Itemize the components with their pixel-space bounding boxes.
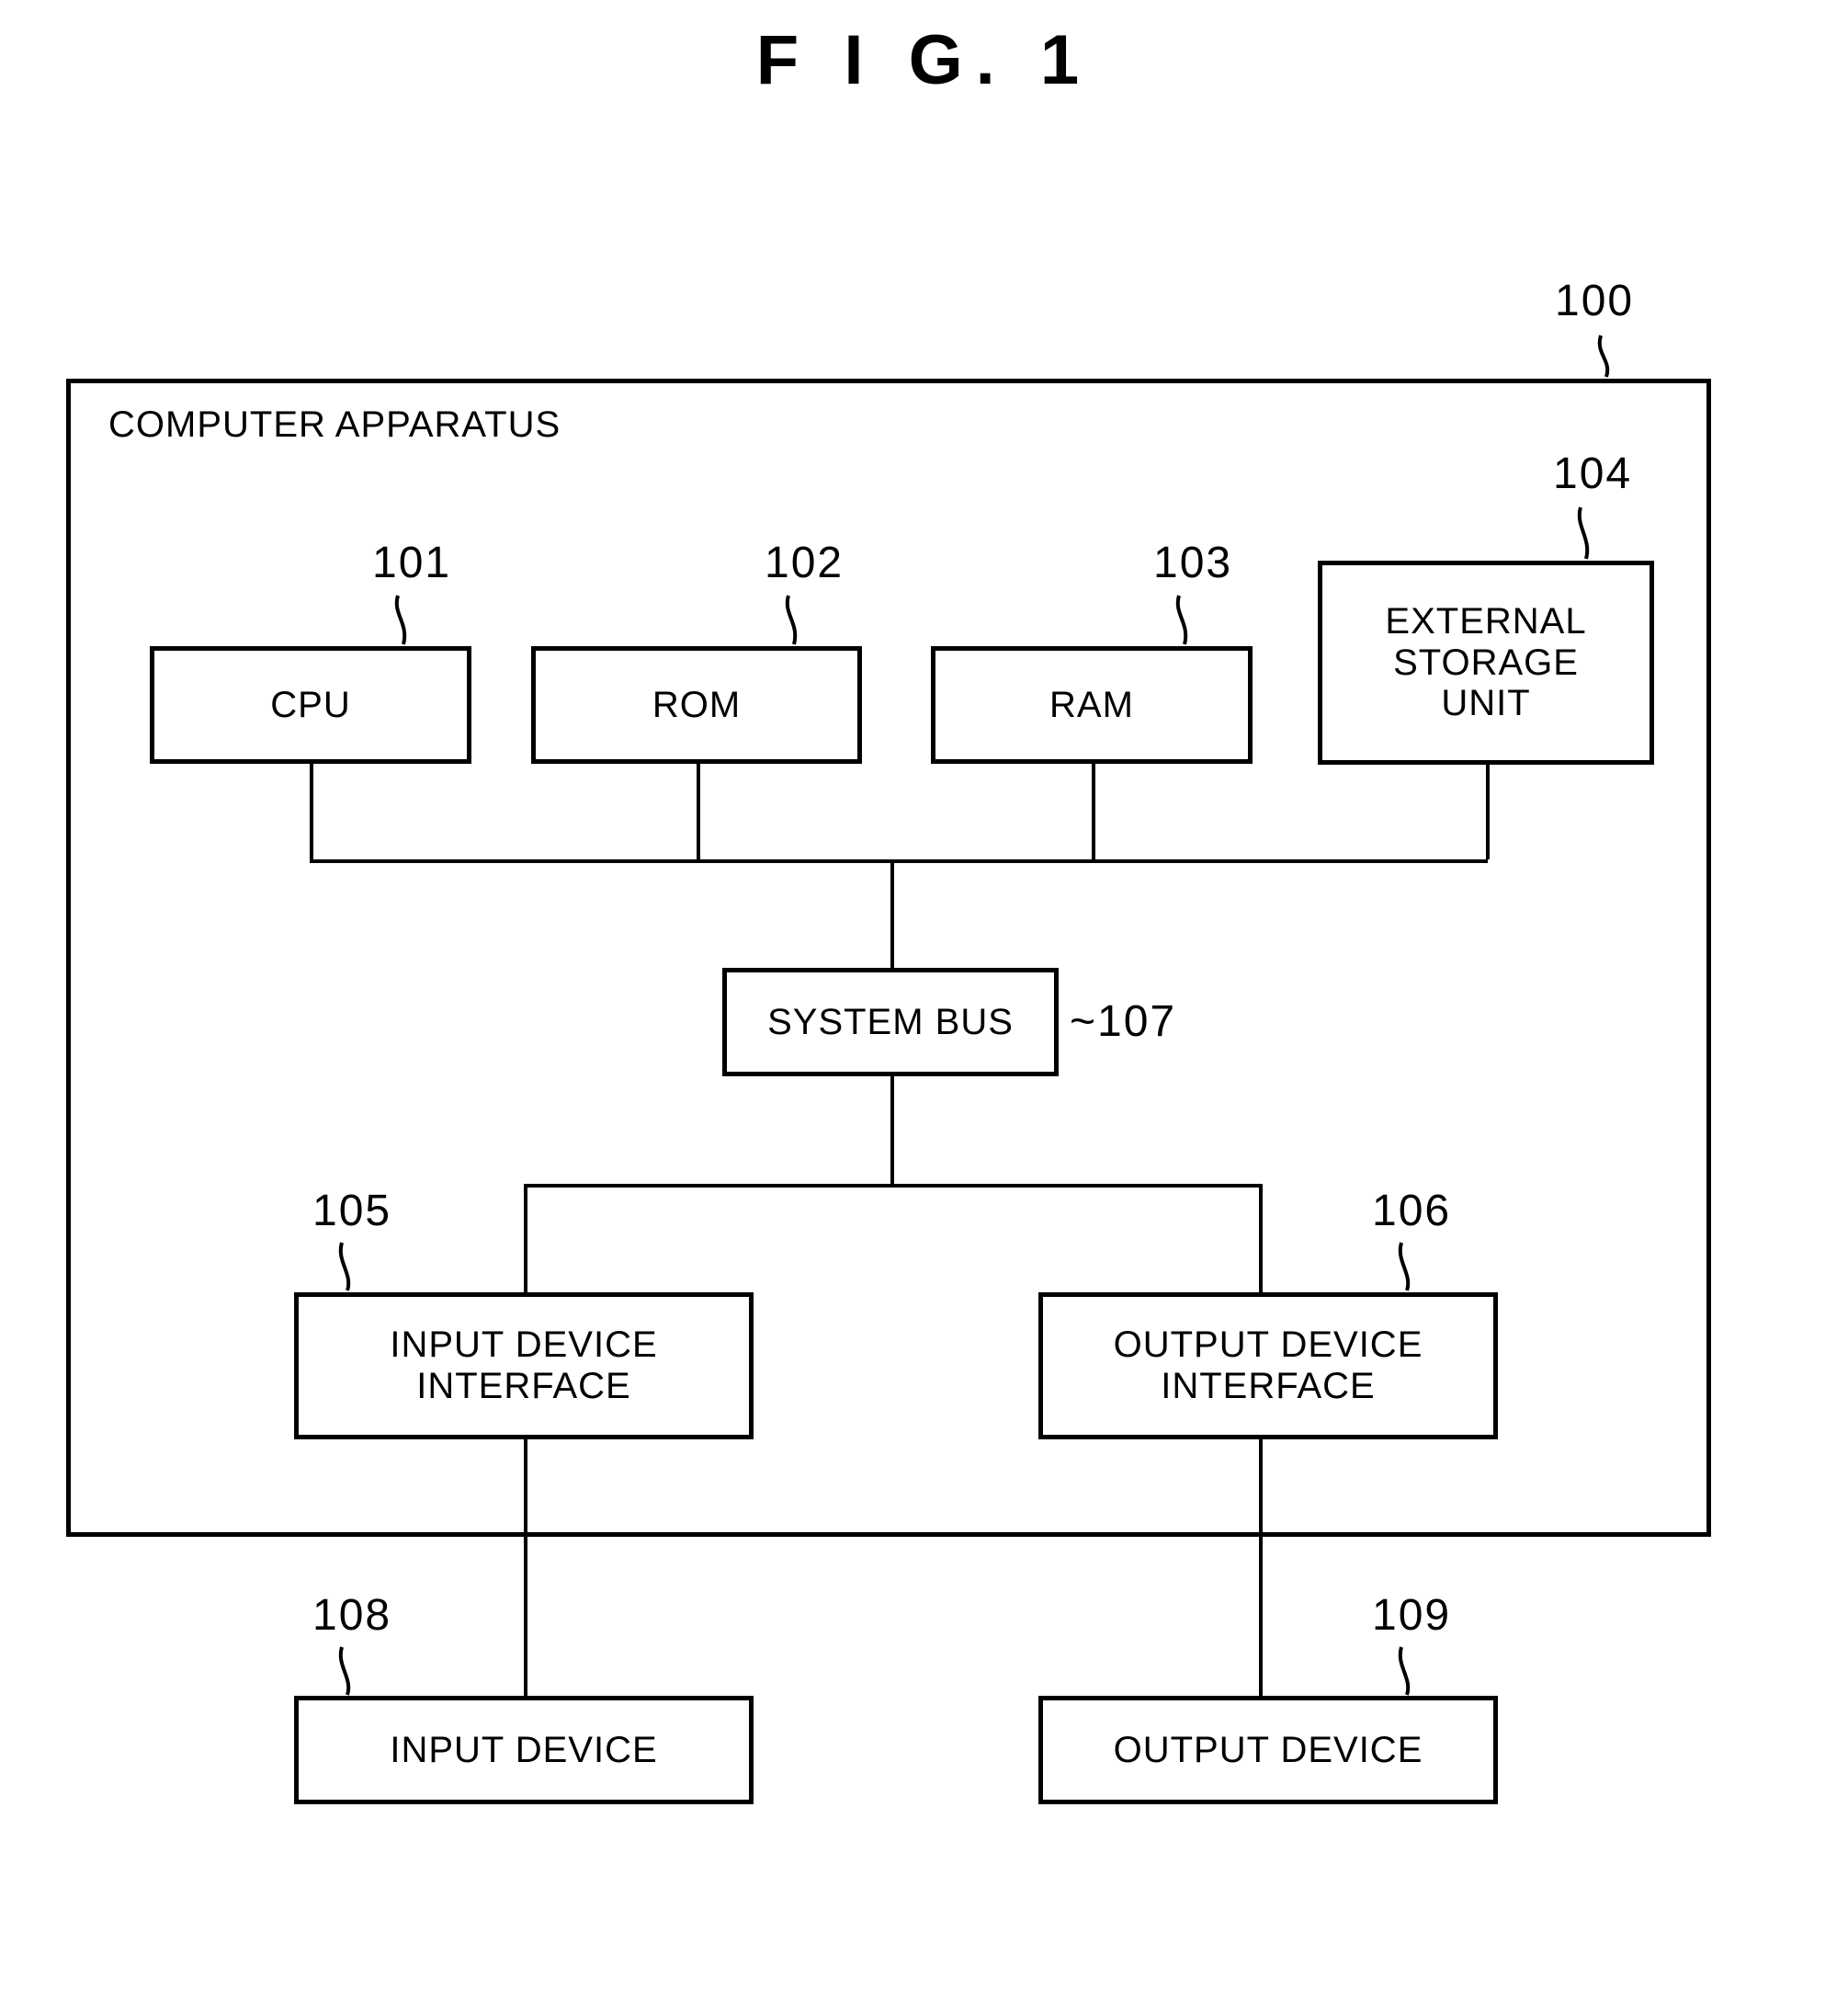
- leader-lines: [338, 335, 1610, 1696]
- leader-101: [394, 595, 407, 645]
- leader-105: [338, 1242, 351, 1291]
- leader-106: [1398, 1242, 1411, 1291]
- leader-104: [1577, 506, 1590, 560]
- leader-108: [338, 1646, 351, 1696]
- leader-102: [785, 595, 798, 645]
- leader-100: [1597, 335, 1610, 378]
- leader-109: [1398, 1646, 1411, 1696]
- leader-103: [1175, 595, 1188, 645]
